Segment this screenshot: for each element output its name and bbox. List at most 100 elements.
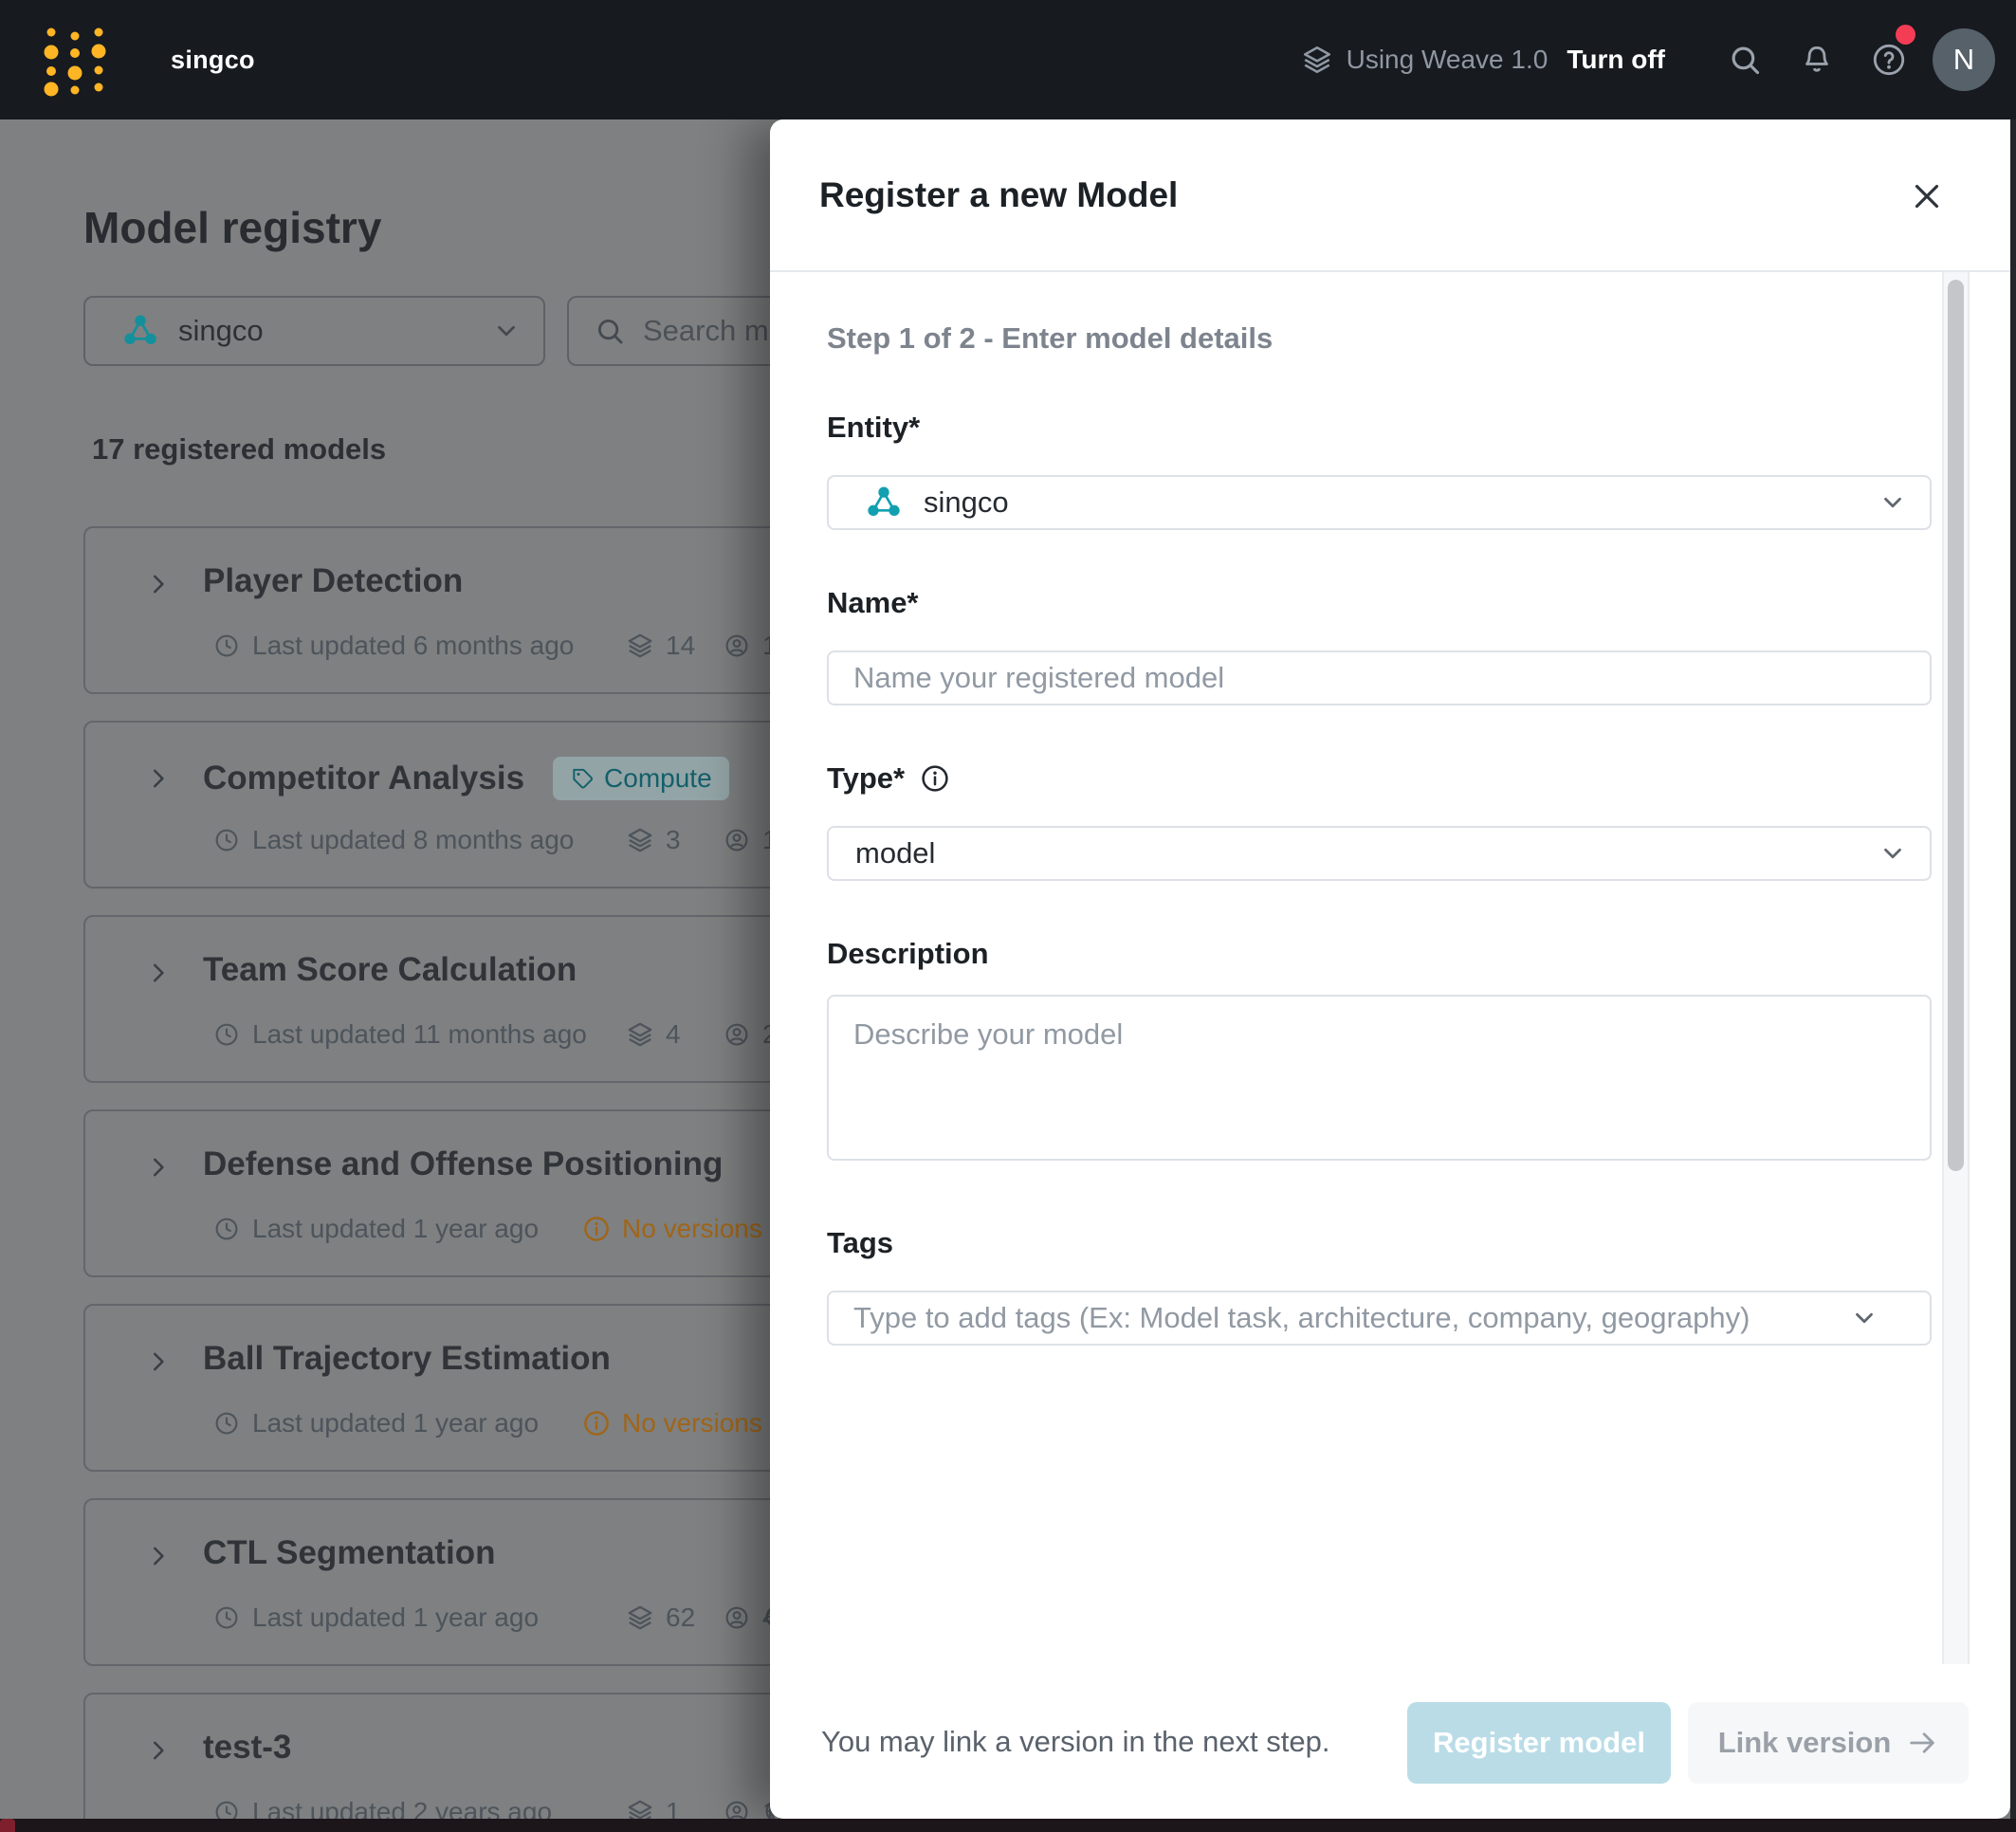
search-nav-button[interactable] [1709,0,1781,119]
clock-icon [215,1606,238,1629]
search-placeholder: Search m [643,314,769,347]
last-updated-text: Last updated 1 year ago [252,1214,540,1243]
link-version-label: Link version [1717,1726,1892,1759]
search-icon [597,319,623,344]
weave-status-label: Using Weave 1.0 [1346,45,1549,74]
last-updated-text: Last updated 8 months ago [252,825,575,854]
tags-label: Tags [827,1226,894,1259]
footer-hint: You may link a version in the next step. [821,1724,1330,1758]
version-count-value: 3 [666,825,681,854]
window-edge-accent [0,1819,15,1832]
type-label-text: Type* [827,761,906,795]
chevron-down-icon[interactable] [1850,1304,1879,1332]
page-title: Model registry [83,202,382,252]
chevron-right-icon[interactable] [144,1347,173,1376]
type-select[interactable]: model [827,826,1932,881]
name-input[interactable] [827,650,1932,705]
last-updated: Last updated 11 months ago [212,1019,587,1050]
person-icon [725,1023,748,1046]
consumer-count: 2 [723,1019,778,1050]
notifications-button[interactable] [1781,0,1853,119]
no-versions-warning: No versions a [582,1214,784,1244]
clock-icon [215,829,238,852]
model-card-title[interactable]: Competitor Analysis [203,760,524,797]
last-updated: Last updated 1 year ago [212,1214,539,1244]
modal-scrollbar-thumb[interactable] [1948,280,1964,1171]
team-icon [122,314,158,346]
wandb-logo-icon[interactable] [42,23,108,97]
model-tag-label: Compute [604,763,712,793]
consumer-count: 1 [723,825,778,855]
version-count-value: 14 [666,631,696,660]
chevron-right-icon[interactable] [144,1542,173,1570]
model-tag-badge[interactable]: Compute [553,757,729,800]
layers-icon [1303,46,1330,74]
entity-select[interactable]: singco [827,475,1932,530]
modal-title: Register a new Model [819,174,1179,214]
version-count: 62 [626,1603,695,1633]
version-count-value: 4 [666,1019,681,1049]
register-model-button[interactable]: Register model [1407,1702,1671,1784]
modal-body: Step 1 of 2 - Enter model details Entity… [770,272,2010,1664]
model-card-title[interactable]: Defense and Offense Positioning [203,1145,723,1183]
model-card-title[interactable]: Player Detection [203,562,463,600]
model-card-title[interactable]: test-3 [203,1729,291,1767]
model-card-title[interactable]: Team Score Calculation [203,951,577,989]
chevron-right-icon[interactable] [144,1153,173,1182]
register-model-modal: Register a new Model Step 1 of 2 - Enter… [770,119,2010,1819]
description-textarea[interactable] [827,995,1932,1161]
clock-icon [215,1023,238,1046]
info-icon[interactable] [920,763,950,794]
versions-layers-icon [628,828,652,852]
last-updated: Last updated 6 months ago [212,631,574,661]
weave-toggle-group: Using Weave 1.0 Turn off [1301,44,1665,76]
window-bottom-edge [0,1819,2016,1832]
model-card-title[interactable]: CTL Segmentation [203,1534,496,1572]
team-icon [866,485,902,518]
close-icon [1915,184,1939,209]
link-version-button[interactable]: Link version [1688,1702,1969,1784]
last-updated: Last updated 1 year ago [212,1408,539,1438]
last-updated: Last updated 1 year ago [212,1603,539,1633]
avatar[interactable]: N [1933,28,1995,91]
entity-filter-select[interactable]: singco [83,296,545,366]
warning-info-icon [584,1411,609,1436]
close-button[interactable] [1904,174,1950,219]
last-updated-text: Last updated 1 year ago [252,1408,540,1438]
model-card-title[interactable]: Ball Trajectory Estimation [203,1340,611,1378]
step-indicator: Step 1 of 2 - Enter model details [827,321,1274,355]
top-navbar: singco Using Weave 1.0 Turn off N [0,0,2016,119]
registered-models-count: 17 registered models [92,432,387,466]
brand-title: singco [171,45,255,74]
name-label: Name* [827,586,919,619]
chevron-right-icon[interactable] [144,1736,173,1765]
notification-dot [1896,25,1915,45]
chevron-down-icon [498,325,515,337]
chevron-right-icon[interactable] [144,959,173,987]
arrow-right-icon [1910,1732,1935,1753]
modal-footer: You may link a version in the next step.… [770,1664,2010,1819]
last-updated: Last updated 8 months ago [212,825,574,855]
entity-label: Entity* [827,411,921,444]
version-count: 3 [626,825,681,855]
versions-layers-icon [628,1022,652,1047]
chevron-right-icon[interactable] [144,764,173,793]
entity-filter-value: singco [178,314,264,347]
help-button[interactable] [1853,0,1925,119]
clock-icon [215,1218,238,1240]
help-icon [1873,44,1905,76]
version-count-value: 62 [666,1603,696,1632]
weave-turn-off-button[interactable]: Turn off [1567,45,1665,75]
person-icon [725,634,748,657]
chevron-down-icon [1884,497,1901,508]
consumer-count: 1 [723,631,778,661]
version-count: 14 [626,631,695,661]
search-icon [1732,46,1760,75]
last-updated-text: Last updated 6 months ago [252,631,575,660]
chevron-right-icon[interactable] [144,570,173,598]
tags-input[interactable] [827,1291,1932,1346]
no-versions-warning-text: No versions a [622,1214,785,1243]
modal-scrollbar-track[interactable] [1942,272,1970,1664]
person-icon [725,1606,748,1629]
type-label: Type* [827,761,950,796]
